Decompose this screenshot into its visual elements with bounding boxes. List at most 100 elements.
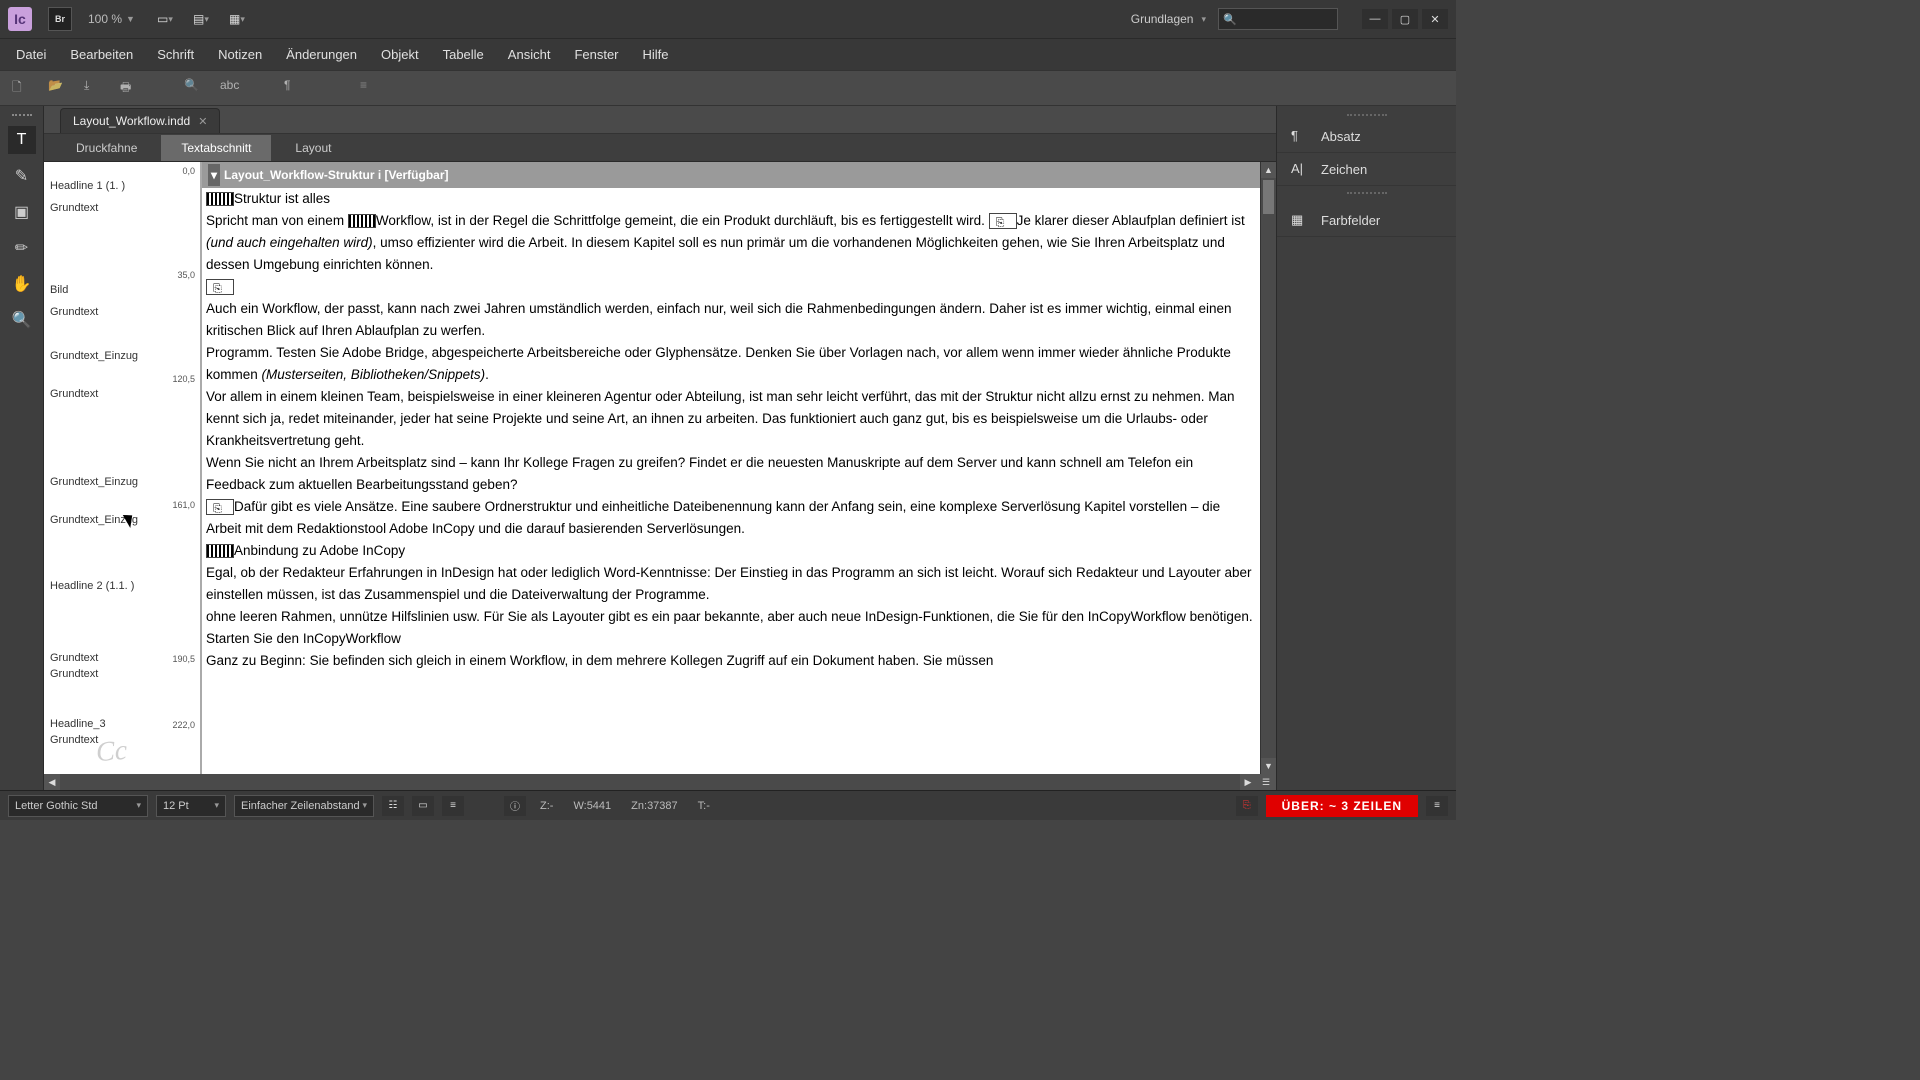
zn-count: Zn:37387: [625, 800, 683, 812]
anchor-icon: [206, 499, 234, 515]
style-row[interactable]: Grundtext_Einzug: [44, 474, 201, 496]
menu-schrift[interactable]: Schrift: [145, 41, 206, 68]
stats-icon[interactable]: ☷: [382, 796, 404, 816]
z-count: Z:-: [534, 800, 559, 812]
menu-icon[interactable]: ≡: [442, 796, 464, 816]
menu-notizen[interactable]: Notizen: [206, 41, 274, 68]
menu-ansicht[interactable]: Ansicht: [496, 41, 563, 68]
style-row[interactable]: 161,0: [44, 496, 201, 512]
document-tab[interactable]: Layout_Workflow.indd ✕: [60, 108, 220, 133]
menu-tabelle[interactable]: Tabelle: [431, 41, 496, 68]
w-count: W:5441: [567, 800, 617, 812]
style-row[interactable]: 120,5: [44, 370, 201, 386]
position-value: 120,5: [172, 374, 195, 384]
screen-mode-icon[interactable]: ▭▾: [151, 9, 179, 29]
pilcrow-icon[interactable]: ¶: [284, 78, 304, 98]
spellcheck-icon[interactable]: abc: [220, 78, 240, 98]
style-row[interactable]: 35,0: [44, 266, 201, 282]
style-row[interactable]: Grundtext190,5: [44, 600, 201, 666]
info-icon[interactable]: ⓘ: [504, 796, 526, 816]
document-tabs: Layout_Workflow.indd ✕: [44, 106, 1276, 134]
style-row[interactable]: Grundtext_Einzug: [44, 348, 201, 370]
view-options-icon[interactable]: ▦▾: [223, 9, 251, 29]
view-tab-textabschnitt[interactable]: Textabschnitt: [161, 135, 271, 161]
menu-aenderungen[interactable]: Änderungen: [274, 41, 369, 68]
style-row[interactable]: Headline 2 (1.1. ): [44, 578, 201, 600]
panel-grip[interactable]: [12, 114, 32, 118]
text-line: Je klarer dieser Ablaufplan definiert is…: [1017, 213, 1245, 228]
style-row[interactable]: Grundtext: [44, 304, 201, 348]
position-tool[interactable]: ▣: [8, 198, 36, 226]
font-name: Letter Gothic Std: [15, 800, 98, 812]
style-row[interactable]: Bild: [44, 282, 201, 304]
position-value: 190,5: [172, 654, 195, 664]
stats-icon-2[interactable]: ▭: [412, 796, 434, 816]
hand-tool[interactable]: ✋: [8, 270, 36, 298]
type-tool[interactable]: T: [8, 126, 36, 154]
menu-bearbeiten[interactable]: Bearbeiten: [58, 41, 145, 68]
close-tab-icon[interactable]: ✕: [198, 115, 207, 128]
font-selector[interactable]: Letter Gothic Std▾: [8, 795, 148, 817]
open-icon[interactable]: 📂: [48, 78, 68, 98]
style-label: Headline 1 (1. ): [50, 180, 125, 192]
scroll-up-icon[interactable]: ▲: [1261, 162, 1276, 178]
chevron-down-icon: ▾: [208, 164, 220, 186]
note-tool[interactable]: ✎: [8, 162, 36, 190]
text-line: Spricht man von einem: [206, 213, 348, 228]
view-tab-layout[interactable]: Layout: [275, 135, 351, 161]
style-row[interactable]: 0,0: [44, 162, 201, 178]
close-button[interactable]: ✕: [1422, 9, 1448, 29]
view-tab-druckfahne[interactable]: Druckfahne: [56, 135, 157, 161]
menu-datei[interactable]: Datei: [4, 41, 58, 68]
style-row[interactable]: Headline_3222,0: [44, 710, 201, 732]
story-info-icon[interactable]: ☰: [1256, 774, 1276, 790]
document-tab-label: Layout_Workflow.indd: [73, 114, 190, 128]
panel-grip[interactable]: [1347, 192, 1387, 198]
panel-menu-icon[interactable]: ≡: [1426, 796, 1448, 816]
scroll-thumb[interactable]: [1263, 180, 1274, 214]
arrange-icon[interactable]: ▤▾: [187, 9, 215, 29]
style-row[interactable]: Headline 1 (1. ): [44, 178, 201, 200]
anchored-object-icon: [348, 214, 376, 228]
print-icon[interactable]: 🖶: [120, 78, 140, 98]
scroll-down-icon[interactable]: ▼: [1261, 758, 1276, 774]
find-icon[interactable]: 🔍: [184, 78, 204, 98]
scroll-left-icon[interactable]: ◀: [44, 774, 60, 790]
zoom-level[interactable]: 100 % ▼: [88, 12, 135, 26]
story-editor[interactable]: ▾ Layout_Workflow-Struktur i [Verfügbar]…: [202, 162, 1260, 774]
toolbar: 🗋 📂 ⤓ 🖶 🔍 abc ¶ ≡: [0, 70, 1456, 106]
text-line: Vor allem in einem kleinen Team, beispie…: [206, 386, 1256, 452]
text-line: .: [485, 367, 489, 382]
style-row[interactable]: Grundtext: [44, 200, 201, 266]
menu-icon[interactable]: ≡: [360, 78, 380, 98]
save-icon[interactable]: ⤓: [84, 78, 104, 98]
panel-absatz[interactable]: ¶ Absatz: [1277, 120, 1456, 153]
new-icon[interactable]: 🗋: [12, 78, 32, 98]
panel-zeichen[interactable]: A| Zeichen: [1277, 153, 1456, 186]
panel-farbfelder[interactable]: ▦ Farbfelder: [1277, 204, 1456, 237]
overset-icon[interactable]: ⎘: [1236, 796, 1258, 816]
position-value: 0,0: [182, 166, 195, 176]
story-header[interactable]: ▾ Layout_Workflow-Struktur i [Verfügbar]: [202, 162, 1260, 188]
horizontal-scrollbar[interactable]: ◀ ▶ ☰: [44, 774, 1276, 790]
anchor-icon: [206, 279, 234, 295]
zoom-tool[interactable]: 🔍: [8, 306, 36, 334]
workspace-selector[interactable]: Grundlagen ▾: [1131, 12, 1206, 26]
eyedropper-tool[interactable]: ✏: [8, 234, 36, 262]
style-row[interactable]: Grundtext_Einzug: [44, 512, 201, 578]
search-input[interactable]: 🔍: [1218, 8, 1338, 30]
leading-selector[interactable]: Einfacher Zeilenabstand▾: [234, 795, 374, 817]
t-count: T:-: [692, 800, 716, 812]
style-row[interactable]: Grundtext: [44, 386, 201, 474]
minimize-button[interactable]: —: [1362, 9, 1388, 29]
anchored-object-icon: [206, 544, 234, 558]
menu-objekt[interactable]: Objekt: [369, 41, 431, 68]
menu-hilfe[interactable]: Hilfe: [631, 41, 681, 68]
vertical-scrollbar[interactable]: ▲ ▼: [1260, 162, 1276, 774]
font-size-selector[interactable]: 12 Pt▾: [156, 795, 226, 817]
menu-fenster[interactable]: Fenster: [562, 41, 630, 68]
bridge-button[interactable]: Br: [48, 7, 72, 31]
maximize-button[interactable]: ▢: [1392, 9, 1418, 29]
style-row[interactable]: Grundtext: [44, 666, 201, 710]
scroll-right-icon[interactable]: ▶: [1240, 774, 1256, 790]
